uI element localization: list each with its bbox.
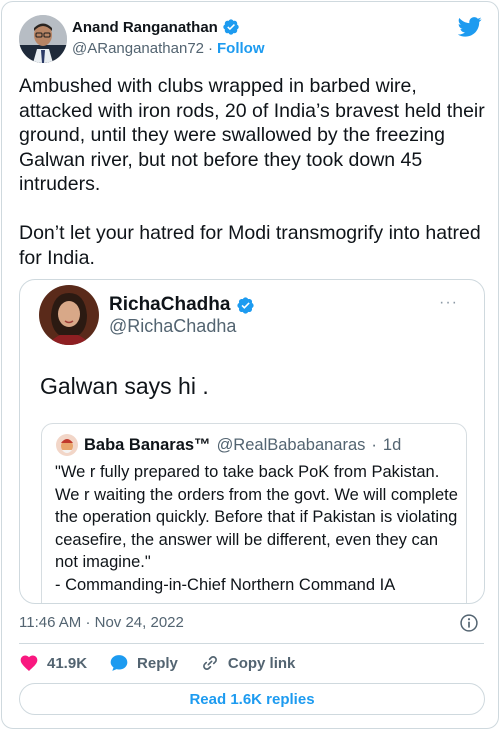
action-bar: 41.9K Reply Copy link <box>19 652 317 674</box>
reply-button[interactable]: Reply <box>109 653 178 673</box>
nested-quote-text: "We r fully prepared to take back PoK fr… <box>55 463 458 594</box>
author-handle[interactable]: @ARanganathan72 <box>72 40 204 57</box>
divider <box>19 643 484 644</box>
verified-badge-icon <box>223 19 239 35</box>
tweet-embed-card: Anand Ranganathan @ARanganathan72 · Foll… <box>1 1 499 729</box>
follow-button[interactable]: Follow <box>217 40 265 57</box>
nested-time: 1d <box>382 435 402 454</box>
link-icon <box>202 656 217 670</box>
read-replies-button[interactable]: Read 1.6K replies <box>19 683 485 715</box>
like-count: 41.9K <box>47 654 88 672</box>
copy-link-button[interactable]: Copy link <box>200 653 296 673</box>
quoted-author-avatar <box>39 285 99 345</box>
handle-separator: · <box>208 40 213 57</box>
author-avatar[interactable] <box>19 15 67 63</box>
quoted-author-name: RichaChadha <box>109 294 231 315</box>
nested-author-avatar <box>56 434 78 456</box>
tweet-time: 11:46 AM <box>19 614 82 631</box>
reply-bubble-icon <box>110 655 128 671</box>
tweet-text: Ambushed with clubs wrapped in barbed wi… <box>19 75 485 269</box>
twitter-bird-icon[interactable] <box>458 17 482 37</box>
nested-author-name: Baba Banaras™ <box>84 435 211 454</box>
timestamp-separator: · <box>85 614 91 631</box>
copy-link-label: Copy link <box>227 654 296 672</box>
tweet-timestamp[interactable]: 11:46 AM · Nov 24, 2022 <box>19 614 184 631</box>
more-options-icon: ··· <box>439 294 458 311</box>
info-icon[interactable] <box>459 613 479 633</box>
attached-image[interactable]: RichaChadha @RichaChadha ··· Galwan says… <box>19 279 485 604</box>
tweet-date: Nov 24, 2022 <box>94 614 184 631</box>
like-button[interactable]: 41.9K <box>19 653 87 673</box>
quoted-author-handle: @RichaChadha <box>109 316 237 336</box>
author-name[interactable]: Anand Ranganathan <box>72 19 218 36</box>
verified-badge-icon <box>237 296 255 314</box>
reply-label: Reply <box>137 654 178 672</box>
quoted-tweet-text: Galwan says hi . <box>40 373 209 399</box>
nested-author-handle: @RealBababanaras <box>216 435 366 454</box>
heart-icon <box>20 655 38 671</box>
nested-quote-card: Baba Banaras™ @RealBababanaras · 1d "We … <box>41 423 467 603</box>
nested-separator: · <box>371 435 377 454</box>
